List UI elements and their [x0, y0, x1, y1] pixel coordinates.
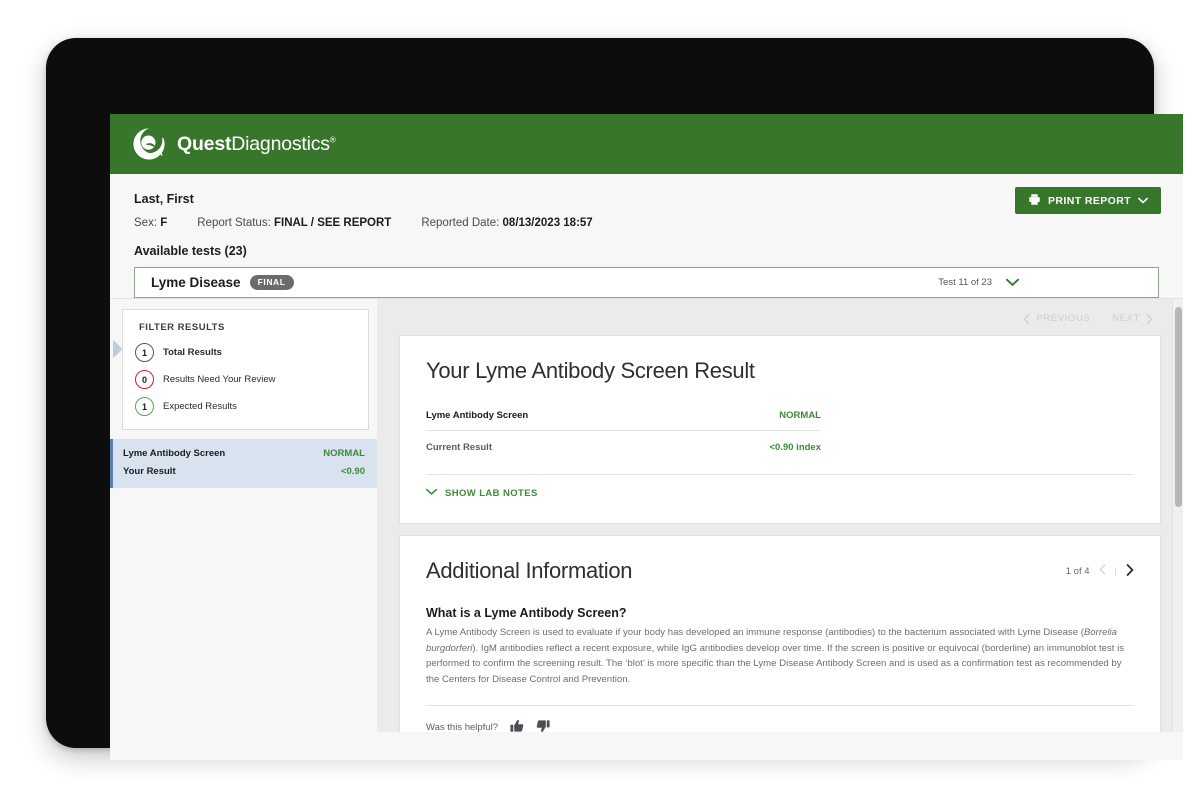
sidebar-result-name: Lyme Antibody Screen: [123, 448, 225, 459]
sex-label: Sex:: [134, 217, 157, 229]
additional-information-card: Additional Information 1 of 4 |: [399, 535, 1161, 732]
results-sidebar: FILTER RESULTS 1 Total Results 0 Results…: [110, 299, 377, 732]
info-prev-button[interactable]: [1099, 564, 1106, 578]
needs-review-count: 0: [135, 370, 154, 389]
filter-results-title: FILTER RESULTS: [139, 322, 356, 333]
show-lab-notes-label: SHOW LAB NOTES: [445, 488, 538, 499]
next-result-button[interactable]: NEXT: [1112, 313, 1153, 324]
table-row: Lyme Antibody Screen NORMAL: [426, 410, 821, 430]
status-badge: FINAL: [250, 275, 294, 290]
sidebar-your-result-label: Your Result: [123, 466, 176, 477]
filter-results-card: FILTER RESULTS 1 Total Results 0 Results…: [122, 309, 369, 430]
content-body: FILTER RESULTS 1 Total Results 0 Results…: [110, 298, 1183, 732]
divider: |: [1115, 566, 1117, 577]
info-pager: 1 of 4 |: [1066, 564, 1134, 579]
expected-results-count: 1: [135, 397, 154, 416]
report-status-label: Report Status:: [197, 217, 271, 229]
helpful-feedback: Was this helpful?: [426, 719, 1134, 732]
table-row: Current Result <0.90 index: [426, 430, 821, 462]
chevron-down-icon[interactable]: [1006, 274, 1019, 292]
thumbs-down-icon[interactable]: [536, 719, 550, 732]
brand-trademark: ®: [330, 135, 336, 144]
available-tests-heading: Available tests (23): [134, 244, 1159, 258]
brand-wordmark: QuestDiagnostics®: [177, 133, 336, 156]
needs-review-label: Results Need Your Review: [163, 374, 275, 385]
additional-information-title: Additional Information: [426, 558, 632, 584]
chevron-down-icon: [426, 488, 437, 499]
result-pager: PREVIOUS NEXT: [377, 299, 1183, 324]
expected-results-label: Expected Results: [163, 401, 237, 412]
filter-needs-review[interactable]: 0 Results Need Your Review: [135, 370, 356, 389]
info-pager-count: 1 of 4: [1066, 566, 1090, 577]
print-report-button[interactable]: PRINT REPORT: [1015, 187, 1161, 214]
brand-name-light: Diagnostics: [231, 133, 330, 155]
chevron-down-icon: [1138, 195, 1148, 207]
reported-date: Reported Date: 08/13/2023 18:57: [421, 217, 592, 229]
filter-expected-results[interactable]: 1 Expected Results: [135, 397, 356, 416]
result-table: Lyme Antibody Screen NORMAL Current Resu…: [426, 410, 821, 462]
result-card: Your Lyme Antibody Screen Result Lyme An…: [399, 335, 1161, 524]
helpful-label: Was this helpful?: [426, 722, 498, 732]
next-label: NEXT: [1112, 313, 1140, 324]
previous-label: PREVIOUS: [1036, 313, 1090, 324]
report-status: Report Status: FINAL / SEE REPORT: [197, 217, 391, 229]
device-screen: QuestDiagnostics® Last, First Sex: F Rep…: [110, 114, 1183, 760]
filter-total-results[interactable]: 1 Total Results: [135, 343, 356, 362]
patient-header: Last, First Sex: F Report Status: FINAL …: [110, 174, 1183, 258]
reported-date-label: Reported Date:: [421, 217, 499, 229]
patient-sex: Sex: F: [134, 217, 167, 229]
report-status-value: FINAL / SEE REPORT: [274, 217, 391, 229]
test-selector[interactable]: Lyme Disease FINAL Test 11 of 23: [134, 267, 1159, 298]
sidebar-result-lyme-antibody-screen[interactable]: Lyme Antibody Screen NORMAL Your Result …: [110, 439, 377, 488]
sex-value: F: [160, 217, 167, 229]
patient-meta: Sex: F Report Status: FINAL / SEE REPORT…: [134, 217, 1159, 229]
total-results-label: Total Results: [163, 347, 222, 358]
total-results-count: 1: [135, 343, 154, 362]
info-body: A Lyme Antibody Screen is used to evalua…: [426, 625, 1134, 687]
info-question: What is a Lyme Antibody Screen?: [426, 606, 1134, 620]
result-row-key: Lyme Antibody Screen: [426, 410, 528, 421]
main-panel: PREVIOUS NEXT Your Lyme Antibody Screen …: [377, 299, 1183, 732]
result-row-value: <0.90 index: [770, 442, 822, 453]
reported-date-value: 08/13/2023 18:57: [503, 217, 593, 229]
info-body-part2: ). IgM antibodies reflect a recent expos…: [426, 643, 1124, 685]
printer-icon: [1028, 193, 1041, 209]
active-filter-marker-icon: [114, 340, 123, 358]
show-lab-notes-toggle[interactable]: SHOW LAB NOTES: [426, 488, 1134, 499]
device-frame: QuestDiagnostics® Last, First Sex: F Rep…: [46, 38, 1154, 748]
scrollbar-thumb[interactable]: [1175, 307, 1182, 507]
test-counter: Test 11 of 23: [938, 277, 992, 288]
brand-name-bold: Quest: [177, 133, 231, 155]
result-row-key: Current Result: [426, 442, 492, 453]
quest-logo-icon: [132, 127, 166, 161]
brand-header: QuestDiagnostics®: [110, 114, 1183, 174]
result-row-value: NORMAL: [779, 410, 821, 421]
divider: [426, 705, 1134, 706]
info-next-button[interactable]: [1126, 564, 1134, 579]
scrollbar[interactable]: [1172, 299, 1183, 732]
thumbs-up-icon[interactable]: [510, 719, 524, 732]
selected-test-name: Lyme Disease: [151, 275, 241, 290]
print-report-label: PRINT REPORT: [1048, 195, 1131, 207]
divider: [426, 474, 1134, 475]
sidebar-your-result-value: <0.90: [341, 466, 365, 477]
previous-result-button[interactable]: PREVIOUS: [1023, 313, 1090, 324]
sidebar-result-status: NORMAL: [323, 448, 365, 459]
result-card-title: Your Lyme Antibody Screen Result: [426, 358, 1134, 384]
patient-name: Last, First: [134, 192, 1159, 206]
info-body-part1: A Lyme Antibody Screen is used to evalua…: [426, 627, 1084, 638]
